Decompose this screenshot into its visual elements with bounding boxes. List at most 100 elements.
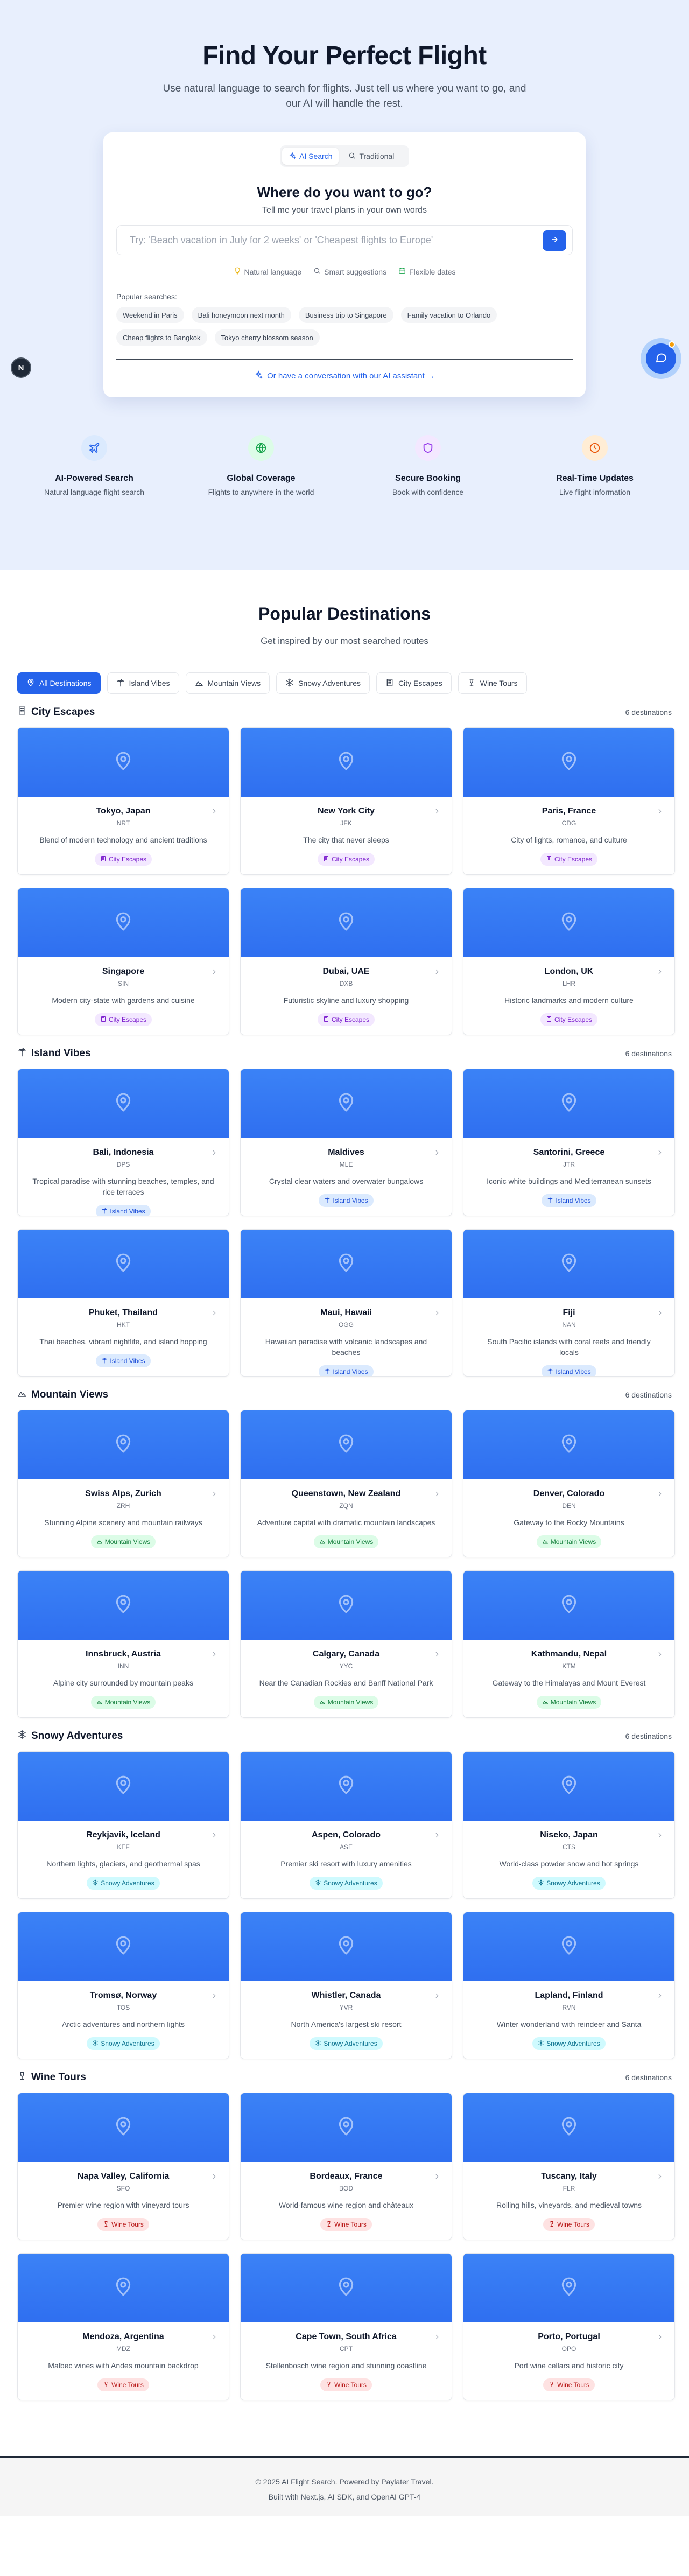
destination-card[interactable]: Reykjavik, Iceland KEF Northern lights, gl… [17,1751,229,1899]
destination-description: Stunning Alpine scenery and mountain rai… [44,1518,202,1527]
palm-icon [547,1197,553,1205]
notification-dot [669,341,675,348]
destination-card[interactable]: Phuket, Thailand HKT Thai beaches, vibrant… [17,1229,229,1377]
destination-card[interactable]: London, UK LHR Historic landmarks and mode… [463,888,675,1035]
destination-name: New York City [317,806,375,816]
popular-search-chip[interactable]: Business trip to Singapore [298,307,393,323]
destination-description: Modern city-state with gardens and cuisi… [52,996,195,1005]
destination-card[interactable]: Tokyo, Japan NRT Blend of modern technolog… [17,727,229,875]
ai-search-tab[interactable]: AI Search [282,148,339,165]
destination-card[interactable]: Innsbruck, Austria INN Alpine city surroun… [17,1570,229,1718]
popular-search-chip[interactable]: Family vacation to Orlando [400,307,497,323]
destination-card[interactable]: New York City JFK The city that never slee… [240,727,452,875]
chat-button[interactable] [641,338,681,379]
pin-icon [26,678,35,689]
filter-island-vibes[interactable]: Island Vibes [107,672,179,694]
popular-search-chip[interactable]: Bali honeymoon next month [191,307,291,323]
map-pin-icon [335,750,357,775]
destination-card[interactable]: Santorini, Greece JTR Iconic white buildin… [463,1069,675,1216]
destination-card[interactable]: Maui, Hawaii OGG Hawaiian paradise with vo… [240,1229,452,1377]
destination-card[interactable]: Tromsø, Norway TOS Arctic adventures and n… [17,1912,229,2059]
destination-card[interactable]: Singapore SIN Modern city-state with garde… [17,888,229,1035]
filter-label: Mountain Views [207,679,261,687]
destination-card[interactable]: Bali, Indonesia DPS Tropical paradise with… [17,1069,229,1216]
section-title: Island Vibes [17,1047,91,1060]
map-pin-icon [558,911,580,935]
map-pin-icon [558,2116,580,2140]
destination-description: Historic landmarks and modern culture [504,996,634,1005]
destination-image [463,2093,674,2162]
popular-search-chip[interactable]: Tokyo cherry blossom season [214,329,320,346]
chat-bubble-icon [655,351,667,367]
destination-card[interactable]: Kathmandu, Nepal KTM Gateway to the Himala… [463,1570,675,1718]
chevron-right-icon [656,1831,664,1839]
destination-card[interactable]: Paris, France CDG City of lights, romance,… [463,727,675,875]
airport-code: YYC [339,1662,353,1670]
destination-card[interactable]: Niseko, Japan CTS World-class powder snow … [463,1751,675,1899]
destination-card[interactable]: Denver, Colorado DEN Gateway to the Rocky … [463,1410,675,1557]
map-pin-icon [558,1433,580,1457]
destination-card[interactable]: Tuscany, Italy FLR Rolling hills, vineyard… [463,2093,675,2240]
destination-card-body: Cape Town, South Africa CPT Stellenbosch w… [241,2322,452,2391]
search-card-subtitle: Tell me your travel plans in your own wo… [262,206,427,215]
airport-code: TOS [116,2004,130,2011]
mountain-icon [542,1698,549,1707]
destination-card[interactable]: Calgary, Canada YYC Near the Canadian Rock… [240,1570,452,1718]
destination-card[interactable]: Mendoza, Argentina MDZ Malbec wines with A… [17,2253,229,2400]
destination-card[interactable]: Cape Town, South Africa CPT Stellenbosch w… [240,2253,452,2400]
destination-card[interactable]: Queenstown, New Zealand ZQN Adventure capi… [240,1410,452,1557]
chevron-right-icon [210,1831,218,1839]
mountain-icon [319,1538,326,1546]
traditional-search-tab[interactable]: Traditional [342,148,400,165]
destination-card[interactable]: Maldives MLE Crystal clear waters and over… [240,1069,452,1216]
popular-search-chip[interactable]: Weekend in Paris [116,307,184,323]
destination-name: Maldives [328,1148,364,1157]
framework-badge[interactable]: N [11,357,31,378]
clock-icon [582,435,608,461]
airport-code: BOD [339,2185,353,2192]
filter-label: Snowy Adventures [298,679,361,687]
destination-card[interactable]: Napa Valley, California SFO Premier wine r… [17,2093,229,2240]
search-input[interactable] [116,225,573,255]
destination-image [241,1410,452,1479]
highlight-global-coverage: Global Coverage Flights to anywhere in t… [178,435,344,496]
destination-card[interactable]: Aspen, Colorado ASE Premier ski resort wit… [240,1751,452,1899]
chevron-right-icon [210,1309,218,1317]
filter-mountain-views[interactable]: Mountain Views [185,672,270,694]
arrow-right-icon [550,235,559,247]
destination-name: Mendoza, Argentina [82,2332,164,2341]
destination-card-body: Kathmandu, Nepal KTM Gateway to the Himala… [463,1640,674,1709]
section-title-text: Island Vibes [31,1048,91,1059]
destination-card[interactable]: Whistler, Canada YVR North America's large… [240,1912,452,2059]
filter-city-escapes[interactable]: City Escapes [376,672,452,694]
destination-card[interactable]: Bordeaux, France BOD World-famous wine reg… [240,2093,452,2240]
section-header: City Escapes 6 destinations [17,706,672,719]
send-button[interactable] [543,230,566,251]
destination-name: Kathmandu, Nepal [531,1650,607,1659]
section-header: Snowy Adventures 6 destinations [17,1730,672,1743]
filter-wine-tours[interactable]: Wine Tours [458,672,527,694]
destination-card[interactable]: Fiji NAN South Pacific islands with coral … [463,1229,675,1377]
popular-search-chip[interactable]: Cheap flights to Bangkok [116,329,207,346]
destination-card[interactable]: Swiss Alps, Zurich ZRH Stunning Alpine sce… [17,1410,229,1557]
destination-card[interactable]: Porto, Portugal OPO Port wine cellars and … [463,2253,675,2400]
category-tag-label: Mountain Views [104,1698,151,1706]
ai-assistant-link[interactable]: Or have a conversation with our AI assis… [103,370,586,381]
filter-label: All Destinations [39,679,92,687]
chevron-right-icon [433,1992,441,1999]
filter-all-destinations[interactable]: All Destinations [17,672,101,694]
destination-image [463,728,674,797]
map-pin-icon [335,1935,357,1959]
category-tag-label: Wine Tours [111,2221,144,2228]
section-mountain-views: Mountain Views 6 destinations Swiss Alps, … [17,1388,675,1718]
destination-card[interactable]: Dubai, UAE DXB Futuristic skyline and luxu… [240,888,452,1035]
category-tag-label: City Escapes [554,1016,593,1023]
filter-snowy-adventures[interactable]: Snowy Adventures [276,672,370,694]
airport-code: MDZ [116,2345,130,2353]
destination-card-body: Queenstown, New Zealand ZQN Adventure capi… [241,1479,452,1548]
destination-card[interactable]: Lapland, Finland RVN Winter wonderland wit… [463,1912,675,2059]
chevron-right-icon [433,1651,441,1658]
category-tag: Snowy Adventures [310,2037,383,2050]
category-tag-label: Wine Tours [334,2221,367,2228]
destination-card-body: Calgary, Canada YYC Near the Canadian Rock… [241,1640,452,1709]
